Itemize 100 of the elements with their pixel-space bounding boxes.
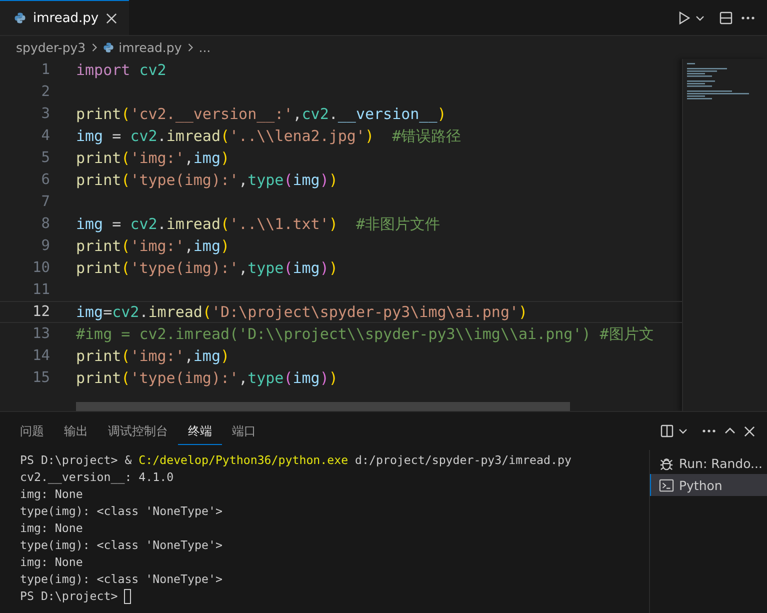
breadcrumb-item[interactable]: imread.py: [118, 40, 182, 55]
operator: ,: [238, 369, 248, 387]
bracket: (: [121, 347, 130, 365]
more-icon[interactable]: [741, 16, 755, 20]
run-icon[interactable]: [677, 10, 691, 24]
string-literal: 'img:': [130, 347, 184, 365]
panel-tab[interactable]: 终端: [178, 417, 222, 445]
function-name: print: [76, 237, 122, 255]
bracket: ): [220, 237, 230, 255]
python-file-icon: [14, 12, 26, 24]
variable-name: img: [292, 369, 320, 387]
bracket: ): [328, 214, 338, 232]
chevron-right-icon: [186, 43, 194, 52]
variable-name: img: [193, 347, 220, 365]
terminal-text: img: None: [20, 520, 83, 537]
chevron-down-icon[interactable]: [678, 426, 688, 436]
line-number: 2: [40, 84, 50, 100]
function-name: imread: [166, 214, 220, 232]
panel-tab[interactable]: 端口: [222, 417, 266, 445]
horizontal-scrollbar[interactable]: [76, 402, 570, 411]
terminal-text: type(img): <class 'NoneType'>: [20, 571, 222, 588]
line-number: 8: [40, 216, 50, 232]
line-number: 11: [32, 282, 50, 298]
line-number: 14: [32, 348, 50, 364]
bracket: (: [121, 149, 130, 167]
string-literal: 'type(img):': [130, 171, 239, 189]
panel-tab[interactable]: 调试控制台: [98, 417, 178, 445]
terminal-session[interactable]: Python: [650, 474, 767, 496]
variable-name: __version__: [338, 105, 438, 123]
function-name: print: [76, 105, 122, 123]
module-name: cv2: [302, 105, 329, 123]
more-icon[interactable]: [702, 429, 716, 433]
variable-name: img: [193, 149, 220, 167]
operator: ,: [238, 171, 248, 189]
split-editor-icon[interactable]: [719, 10, 733, 24]
bracket: ): [365, 126, 374, 144]
function-name: print: [76, 149, 122, 167]
bracket: (: [121, 105, 130, 123]
breadcrumb-item[interactable]: spyder-py3: [16, 40, 86, 55]
terminal-text: cv2.__version__: 4.1.0: [20, 469, 174, 486]
line-number: 7: [40, 194, 50, 210]
split-terminal-icon[interactable]: [660, 424, 674, 438]
breadcrumb-item[interactable]: ...: [198, 40, 211, 55]
bracket: ): [328, 259, 338, 277]
operator: =: [103, 303, 112, 321]
operator: .: [157, 126, 166, 144]
variable-name: img: [292, 171, 320, 189]
code-comment: #错误路径: [391, 126, 462, 144]
module-name: type: [248, 369, 284, 387]
terminal-text: img: None: [20, 554, 83, 571]
terminal-text: PS D:\project> &: [20, 452, 133, 469]
variable-name: img: [292, 259, 320, 277]
bracket: (: [202, 303, 212, 321]
operator: =: [111, 214, 122, 232]
function-name: imread: [166, 126, 220, 144]
line-number: 3: [40, 106, 50, 122]
bracket: (: [284, 171, 293, 189]
string-literal: 'cv2.__version__:': [130, 105, 293, 123]
function-name: print: [76, 259, 122, 277]
string-literal: 'img:': [130, 237, 184, 255]
bracket: ): [320, 259, 329, 277]
module-name: cv2: [130, 214, 158, 232]
string-literal: '..\\lena2.jpg': [230, 126, 365, 144]
function-name: imread: [148, 303, 202, 321]
operator: .: [139, 303, 148, 321]
line-number: 10: [32, 260, 50, 276]
module-name: cv2: [130, 126, 158, 144]
keyword: import: [76, 61, 130, 79]
string-literal: 'type(img):': [130, 259, 239, 277]
bracket: ): [320, 171, 329, 189]
line-number: 1: [40, 62, 50, 78]
bracket: ): [320, 369, 329, 387]
terminal-icon: [659, 478, 674, 492]
command-path: C:/develop/Python36/python.exe: [138, 452, 348, 469]
bracket: (: [121, 171, 130, 189]
close-icon[interactable]: [106, 12, 117, 24]
chevron-right-icon: [90, 43, 98, 52]
terminal-session[interactable]: Run: Rando...: [650, 452, 767, 474]
bracket: ): [518, 303, 528, 321]
function-name: print: [76, 171, 122, 189]
terminal-prompt: PS D:\project>: [20, 588, 118, 605]
line-number: 12: [32, 304, 50, 320]
string-literal: 'type(img):': [130, 369, 239, 387]
bracket: (: [121, 237, 130, 255]
file-tab[interactable]: imread.py: [0, 0, 129, 35]
line-number: 5: [40, 150, 50, 166]
operator: .: [157, 214, 166, 232]
close-icon[interactable]: [744, 426, 755, 436]
operator: ,: [292, 105, 302, 123]
string-literal: '..\\1.txt': [230, 214, 329, 232]
bracket: ): [328, 171, 338, 189]
code-comment: #非图片文件: [354, 214, 440, 232]
terminal-text: img: None: [20, 486, 83, 503]
panel-tab[interactable]: 输出: [54, 417, 98, 445]
bracket: (: [284, 369, 293, 387]
bracket: (: [220, 214, 230, 232]
panel-tab[interactable]: 问题: [10, 417, 54, 445]
operator: .: [328, 105, 338, 123]
line-number: 4: [40, 128, 50, 144]
line-number: 13: [32, 326, 50, 342]
